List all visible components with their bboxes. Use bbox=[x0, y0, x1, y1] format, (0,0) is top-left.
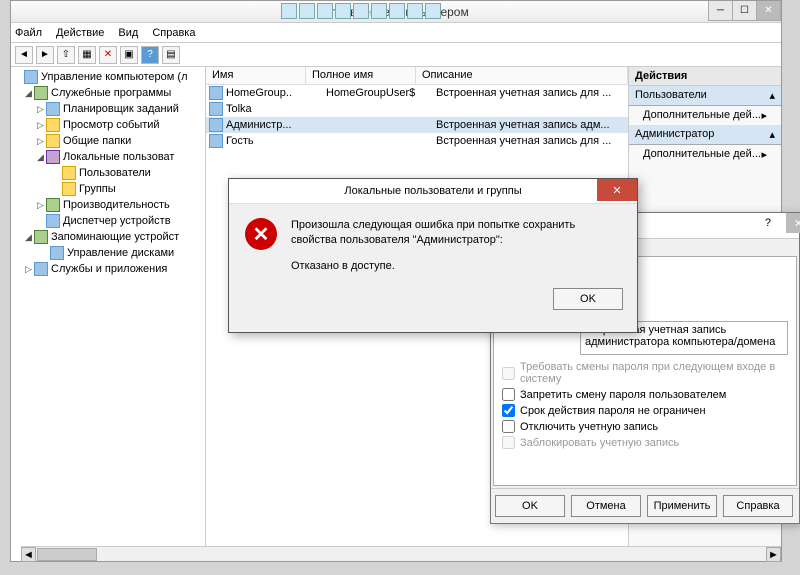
tree-groups[interactable]: Группы bbox=[11, 181, 205, 197]
tree-services[interactable]: ◢Служебные программы bbox=[11, 85, 205, 101]
perf-icon bbox=[46, 198, 60, 212]
menu-action[interactable]: Действие bbox=[56, 27, 104, 39]
up-button[interactable]: ⇧ bbox=[57, 46, 75, 64]
folder-icon bbox=[46, 134, 60, 148]
titlebar: Управление компьютером ─ ☐ ✕ bbox=[11, 1, 781, 23]
col-desc[interactable]: Описание bbox=[416, 67, 628, 84]
menu-bar: Файл Действие Вид Справка bbox=[11, 23, 781, 43]
user-icon bbox=[209, 86, 223, 100]
tree-shared[interactable]: ▷Общие папки bbox=[11, 133, 205, 149]
error-icon: ✕ bbox=[245, 218, 277, 250]
clock-icon bbox=[46, 102, 60, 116]
error-text: Произошла следующая ошибка при попытке с… bbox=[291, 218, 621, 274]
list-header: Имя Полное имя Описание bbox=[206, 67, 628, 85]
user-icon bbox=[209, 102, 223, 116]
prop-help-button[interactable]: Справка bbox=[723, 495, 793, 517]
menu-help[interactable]: Справка bbox=[152, 27, 195, 39]
h-scrollbar[interactable]: ◄ ► bbox=[21, 546, 781, 561]
tree-root[interactable]: Управление компьютером (л bbox=[11, 69, 205, 85]
folder-icon bbox=[62, 166, 76, 180]
chk-no-change[interactable]: Запретить смену пароля пользователем bbox=[502, 388, 788, 401]
menu-view[interactable]: Вид bbox=[118, 27, 138, 39]
tree-devmgr[interactable]: Диспетчер устройств bbox=[11, 213, 205, 229]
user-icon bbox=[209, 134, 223, 148]
tree-perf[interactable]: ▷Производительность bbox=[11, 197, 205, 213]
actions-header: Действия bbox=[629, 67, 781, 86]
chevron-right-icon: ▸ bbox=[761, 109, 767, 122]
toolbar: ◄ ► ⇧ ▦ ✕ ▣ ? ▤ bbox=[11, 43, 781, 67]
tools-icon bbox=[34, 86, 48, 100]
folder-icon bbox=[62, 182, 76, 196]
prop-close-button[interactable]: ✕ bbox=[786, 213, 800, 233]
scroll-left-button[interactable]: ◄ bbox=[21, 547, 36, 562]
chevron-up-icon: ▴ bbox=[769, 89, 775, 102]
list-row[interactable]: HomeGroup..HomeGroupUser$Встроенная учет… bbox=[206, 85, 628, 101]
error-titlebar: Локальные пользователи и группы ✕ bbox=[229, 179, 637, 204]
menu-file[interactable]: Файл bbox=[15, 27, 42, 39]
prop-apply-button[interactable]: Применить bbox=[647, 495, 717, 517]
chevron-up-icon: ▴ bbox=[769, 128, 775, 141]
actions-more-admin[interactable]: Дополнительные дей...▸ bbox=[629, 145, 781, 164]
tree-eventvwr[interactable]: ▷Просмотр событий bbox=[11, 117, 205, 133]
delete-btn[interactable]: ✕ bbox=[99, 46, 117, 64]
tree-diskmgr[interactable]: Управление дисками bbox=[11, 245, 205, 261]
minimize-button[interactable]: ─ bbox=[708, 1, 733, 21]
scroll-right-button[interactable]: ► bbox=[766, 547, 781, 562]
scroll-thumb[interactable] bbox=[37, 548, 97, 561]
export-btn[interactable]: ▤ bbox=[162, 46, 180, 64]
prop-ok-button[interactable]: OK bbox=[495, 495, 565, 517]
list-row[interactable]: Администр...Встроенная учетная запись ад… bbox=[206, 117, 628, 133]
col-fullname[interactable]: Полное имя bbox=[306, 67, 416, 84]
maximize-button[interactable]: ☐ bbox=[732, 1, 757, 21]
error-title: Локальные пользователи и группы bbox=[344, 185, 521, 197]
tree-users[interactable]: Пользователи bbox=[11, 165, 205, 181]
disk-icon bbox=[50, 246, 64, 260]
services-icon bbox=[34, 262, 48, 276]
prop-cancel-button[interactable]: Отмена bbox=[571, 495, 641, 517]
tree-storage[interactable]: ◢Запоминающие устройст bbox=[11, 229, 205, 245]
user-icon bbox=[209, 118, 223, 132]
device-icon bbox=[46, 214, 60, 228]
actions-section-admin[interactable]: Администратор▴ bbox=[629, 125, 781, 145]
help-button[interactable]: ? bbox=[765, 217, 771, 229]
error-close-button[interactable]: ✕ bbox=[597, 179, 637, 201]
actions-more-users[interactable]: Дополнительные дей...▸ bbox=[629, 106, 781, 125]
error-dialog: Локальные пользователи и группы ✕ ✕ Прои… bbox=[228, 178, 638, 333]
back-button[interactable]: ◄ bbox=[15, 46, 33, 64]
list-row[interactable]: Tolka bbox=[206, 101, 628, 117]
props-btn[interactable]: ▦ bbox=[78, 46, 96, 64]
storage-icon bbox=[34, 230, 48, 244]
forward-button[interactable]: ► bbox=[36, 46, 54, 64]
tree-localusers[interactable]: ◢Локальные пользоват bbox=[11, 149, 205, 165]
refresh-btn[interactable]: ? bbox=[141, 46, 159, 64]
computer-icon bbox=[24, 70, 38, 84]
event-icon bbox=[46, 118, 60, 132]
chk-lock: Заблокировать учетную запись bbox=[502, 436, 788, 449]
tree-services-apps[interactable]: ▷Службы и приложения bbox=[11, 261, 205, 277]
actions-section-users[interactable]: Пользователи▴ bbox=[629, 86, 781, 106]
close-button[interactable]: ✕ bbox=[756, 1, 781, 21]
chevron-right-icon: ▸ bbox=[761, 148, 767, 161]
chk-require-change: Требовать смены пароля при следующем вхо… bbox=[502, 361, 788, 385]
list-row[interactable]: ГостьВстроенная учетная запись для ... bbox=[206, 133, 628, 149]
copy-btn[interactable]: ▣ bbox=[120, 46, 138, 64]
chk-disable[interactable]: Отключить учетную запись bbox=[502, 420, 788, 433]
nav-tree: Управление компьютером (л ◢Служебные про… bbox=[11, 67, 206, 561]
col-name[interactable]: Имя bbox=[206, 67, 306, 84]
tree-scheduler[interactable]: ▷Планировщик заданий bbox=[11, 101, 205, 117]
chk-never-expires[interactable]: Срок действия пароля не ограничен bbox=[502, 404, 788, 417]
error-ok-button[interactable]: OK bbox=[553, 288, 623, 310]
titlebar-icons bbox=[281, 3, 441, 19]
users-icon bbox=[46, 150, 60, 164]
